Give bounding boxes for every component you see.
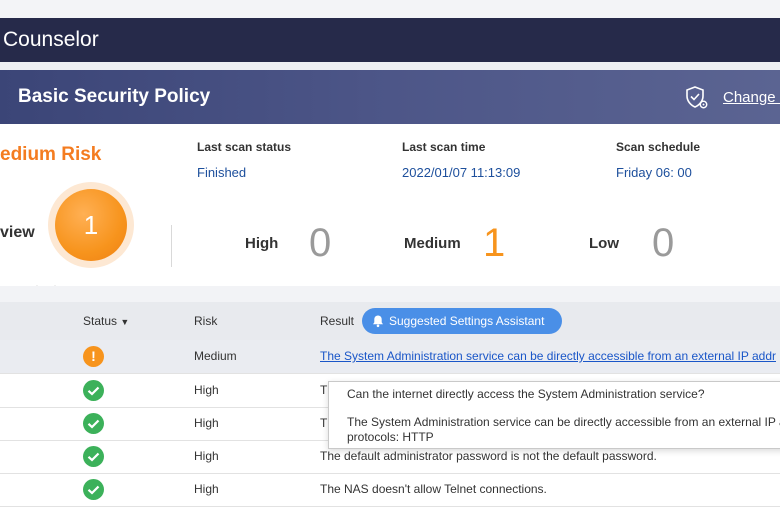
shield-gear-icon[interactable] [684, 85, 710, 111]
result-cell: The NAS doesn't allow Telnet connections… [320, 482, 547, 496]
tooltip-detail: The System Administration service can be… [347, 415, 780, 429]
result-link[interactable]: The System Administration service can be… [320, 340, 776, 373]
policy-header: Basic Security Policy Change S [0, 70, 780, 124]
high-count-value: 0 [309, 221, 332, 265]
risk-count-value: 1 [55, 189, 127, 261]
last-scan-status-value: Finished [197, 165, 247, 180]
low-count-value: 0 [652, 221, 675, 265]
table-row[interactable]: High The NAS doesn't allow Telnet connec… [0, 473, 780, 507]
assist-button-label: Suggested Settings Assistant [389, 314, 545, 328]
section-gap [0, 286, 780, 302]
last-scan-status-label: Last scan status [197, 140, 292, 154]
risk-cell: High [194, 482, 219, 496]
result-column-header: Result [320, 314, 355, 328]
high-count-label: High [245, 235, 279, 252]
policy-title: Basic Security Policy [18, 86, 211, 107]
warning-icon: ! [83, 346, 104, 367]
tooltip-protocols: protocols: HTTP [347, 430, 434, 444]
medium-count-label: Medium [404, 235, 461, 252]
status-header-label: Status [83, 314, 118, 328]
app-title: Counselor [0, 18, 780, 62]
suggested-settings-assistant-button[interactable]: Suggested Settings Assistant [362, 308, 562, 334]
medium-count-value: 1 [483, 221, 506, 265]
tooltip-question: Can the internet directly access the Sys… [347, 387, 705, 401]
check-circle-icon [83, 413, 104, 434]
risk-column-header: Risk [194, 314, 218, 328]
result-tooltip: Can the internet directly access the Sys… [328, 381, 780, 449]
bell-icon [373, 315, 383, 328]
change-policy-link[interactable]: Change S [723, 70, 780, 126]
risk-cell: Medium [194, 349, 237, 363]
sort-caret-icon: ▼ [120, 317, 130, 327]
top-strip [0, 0, 780, 18]
check-circle-icon [83, 479, 104, 500]
low-count-label: Low [589, 235, 619, 252]
table-row[interactable]: ! Medium The System Administration servi… [0, 340, 780, 374]
scan-summary: edium Risk view 1 Last scan status Finis… [0, 124, 780, 286]
risk-cell: High [194, 416, 219, 430]
results-table-header: Status ▼ Risk Result Suggested Settings … [0, 302, 780, 340]
risk-count-badge: 1 [48, 182, 134, 268]
risk-cell: High [194, 383, 219, 397]
check-circle-icon [83, 446, 104, 467]
status-column-header[interactable]: Status ▼ [83, 302, 129, 341]
scan-schedule-value: Friday 06: 00 [616, 165, 692, 180]
scan-schedule-label: Scan schedule [616, 140, 701, 154]
header-gap [0, 62, 780, 70]
last-scan-time-label: Last scan time [402, 140, 486, 154]
risk-level-title: edium Risk [0, 144, 102, 165]
risk-cell: High [194, 449, 219, 463]
divider [171, 225, 172, 267]
check-circle-icon [83, 380, 104, 401]
overview-label: view [0, 224, 35, 241]
last-scan-time-value: 2022/01/07 11:13:09 [402, 165, 521, 180]
